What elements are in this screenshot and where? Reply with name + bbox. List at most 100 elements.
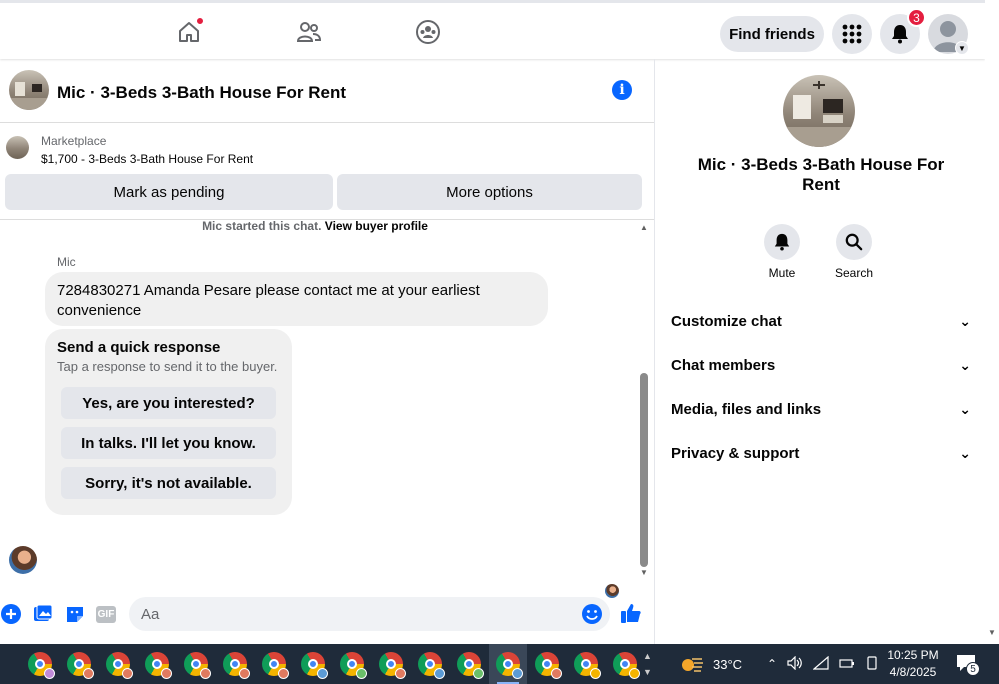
privacy-support-row[interactable]: Privacy & support ⌄ xyxy=(671,433,971,473)
search-icon[interactable] xyxy=(836,224,872,260)
chat-title[interactable]: Mic · 3-Beds 3-Bath House For Rent xyxy=(57,83,346,103)
taskbar-overflow-arrows[interactable]: ▲ ▼ xyxy=(643,648,652,680)
message-input[interactable] xyxy=(129,597,610,631)
bell-icon[interactable]: 3 xyxy=(880,8,926,54)
menu-grid-icon[interactable] xyxy=(832,14,872,54)
quick-response-yes[interactable]: Yes, are you interested? xyxy=(61,387,276,419)
chrome-taskbar-icon[interactable] xyxy=(216,644,254,684)
sticker-icon[interactable] xyxy=(64,603,86,625)
chrome-icon xyxy=(67,652,94,679)
chat-scrollbar[interactable]: ▲ ▼ xyxy=(638,223,650,580)
weather-temperature: 33°C xyxy=(713,656,743,672)
search-label: Search xyxy=(834,266,874,280)
notification-center-icon[interactable]: 5 xyxy=(956,654,980,676)
chrome-taskbar-icon[interactable] xyxy=(294,644,332,684)
chrome-taskbar-icon[interactable] xyxy=(606,644,644,684)
sender-avatar[interactable] xyxy=(9,546,37,574)
chat-started-text: Mic started this chat. xyxy=(202,219,322,233)
battery-icon[interactable] xyxy=(839,656,855,673)
photo-icon[interactable] xyxy=(32,603,54,625)
message-text-line1: 7284830271 Amanda Pesare please contact … xyxy=(57,282,480,299)
scroll-up-arrow[interactable]: ▲ xyxy=(640,223,648,232)
chrome-icon xyxy=(340,652,367,679)
quick-response-title: Send a quick response xyxy=(57,339,221,356)
scroll-thumb[interactable] xyxy=(640,373,648,567)
home-icon[interactable] xyxy=(174,17,204,47)
chevron-down-icon: ⌄ xyxy=(959,400,971,417)
quick-response-subtitle: Tap a response to send it to the buyer. xyxy=(57,359,278,374)
chevron-down-icon[interactable]: ▼ xyxy=(955,41,969,55)
view-buyer-profile-link[interactable]: View buyer profile xyxy=(325,219,428,233)
notification-badge: 3 xyxy=(907,8,926,27)
windows-taskbar: ▲ ▼ 33°C ⌃ 10:25 PM 4/8/2025 5 xyxy=(0,644,999,684)
details-listing-photo[interactable] xyxy=(783,75,855,147)
details-title: Mic · 3-Beds 3-Bath House For Rent xyxy=(697,155,945,194)
find-friends-button[interactable]: Find friends xyxy=(720,16,824,52)
chrome-icon xyxy=(301,652,328,679)
mute-button[interactable]: Mute xyxy=(752,224,812,280)
notification-center-badge: 5 xyxy=(966,662,980,676)
info-icon[interactable]: i xyxy=(612,80,632,100)
message-list: Mic started this chat. View buyer profil… xyxy=(0,219,640,631)
mark-as-pending-button[interactable]: Mark as pending xyxy=(5,174,333,210)
sender-name: Mic xyxy=(57,255,76,269)
wifi-icon[interactable] xyxy=(812,655,829,673)
chrome-taskbar-icon[interactable] xyxy=(138,644,176,684)
listing-title[interactable]: $1,700 - 3-Beds 3-Bath House For Rent xyxy=(41,152,253,166)
chrome-icon xyxy=(106,652,133,679)
search-button[interactable]: Search xyxy=(824,224,884,280)
groups-icon[interactable] xyxy=(413,17,443,47)
tray-chevron-icon[interactable]: ⌃ xyxy=(767,657,777,671)
media-files-links-row[interactable]: Media, files and links ⌄ xyxy=(671,389,971,429)
chrome-icon xyxy=(418,652,445,679)
message-text-line2: convenience xyxy=(57,302,142,319)
chrome-icon xyxy=(28,652,55,679)
chrome-icon xyxy=(457,652,484,679)
chat-started-notice: Mic started this chat. View buyer profil… xyxy=(0,219,630,233)
emoji-icon[interactable] xyxy=(581,603,603,625)
more-options-button[interactable]: More options xyxy=(337,174,642,210)
friends-icon[interactable] xyxy=(294,17,324,47)
chrome-icon xyxy=(223,652,250,679)
page-scrollbar[interactable]: ▼ xyxy=(985,0,999,644)
listing-thumbnail[interactable] xyxy=(9,70,49,110)
quick-response-in-talks[interactable]: In talks. I'll let you know. xyxy=(61,427,276,459)
chrome-icon xyxy=(262,652,289,679)
thumbs-up-icon[interactable] xyxy=(620,602,642,624)
chrome-icon xyxy=(535,652,562,679)
chrome-taskbar-icon[interactable] xyxy=(333,644,371,684)
chrome-taskbar-icon[interactable] xyxy=(489,644,527,684)
clock-time: 10:25 PM xyxy=(887,648,939,662)
weather-widget[interactable]: 33°C xyxy=(680,644,742,684)
media-files-links-label: Media, files and links xyxy=(671,400,822,418)
gif-icon[interactable]: GIF xyxy=(95,603,117,625)
chevron-down-icon: ⌄ xyxy=(959,312,971,329)
chrome-taskbar-icon[interactable] xyxy=(60,644,98,684)
marketplace-banner: Marketplace $1,700 - 3-Beds 3-Bath House… xyxy=(0,124,654,220)
home-notification-dot xyxy=(196,17,204,25)
scroll-down-arrow[interactable]: ▼ xyxy=(640,568,648,577)
chrome-taskbar-icon[interactable] xyxy=(567,644,605,684)
device-icon[interactable] xyxy=(865,655,879,673)
quick-response-not-available[interactable]: Sorry, it's not available. xyxy=(61,467,276,499)
chrome-taskbar-icon[interactable] xyxy=(255,644,293,684)
chat-details-panel: Mic · 3-Beds 3-Bath House For Rent Mute … xyxy=(656,59,985,644)
chevron-down-icon: ⌄ xyxy=(959,444,971,461)
chrome-taskbar-icon[interactable] xyxy=(99,644,137,684)
gif-label: GIF xyxy=(95,605,117,623)
chrome-taskbar-icon[interactable] xyxy=(528,644,566,684)
chrome-taskbar-icon[interactable] xyxy=(411,644,449,684)
customize-chat-row[interactable]: Customize chat ⌄ xyxy=(671,301,971,341)
marketplace-thumbnail[interactable] xyxy=(6,136,29,159)
clock[interactable]: 10:25 PM 4/8/2025 xyxy=(878,647,948,681)
page-scroll-down-arrow[interactable]: ▼ xyxy=(988,628,996,637)
chrome-taskbar-icon[interactable] xyxy=(372,644,410,684)
bell-icon[interactable] xyxy=(764,224,800,260)
chrome-taskbar-icon[interactable] xyxy=(21,644,59,684)
chat-members-label: Chat members xyxy=(671,356,776,374)
plus-icon[interactable] xyxy=(0,603,22,625)
chrome-taskbar-icon[interactable] xyxy=(177,644,215,684)
volume-icon[interactable] xyxy=(787,655,803,673)
chrome-taskbar-icon[interactable] xyxy=(450,644,488,684)
chat-members-row[interactable]: Chat members ⌄ xyxy=(671,345,971,385)
